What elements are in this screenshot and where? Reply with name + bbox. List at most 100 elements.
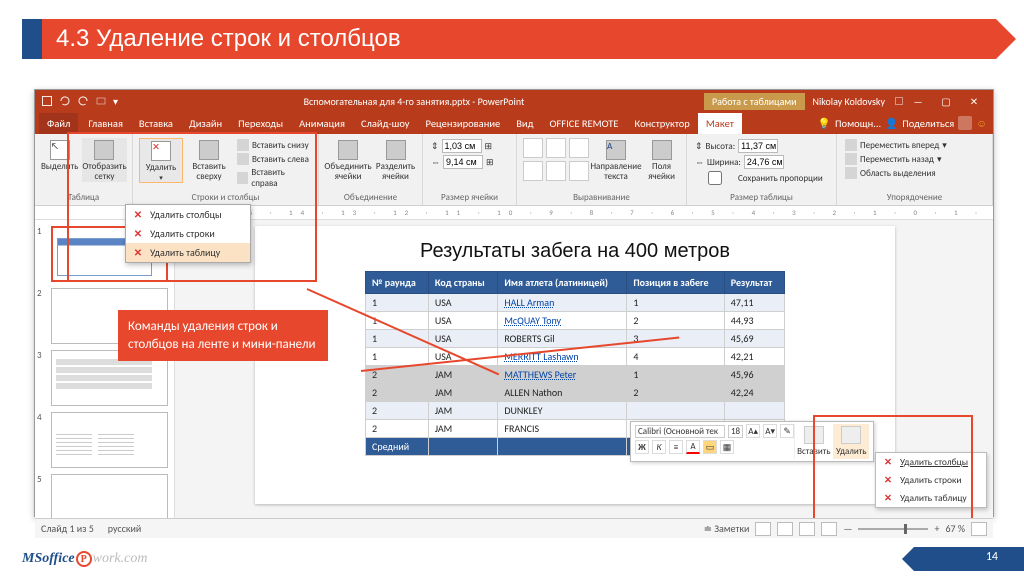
slide-canvas[interactable]: Результаты забега на 400 метров № раунда… — [175, 220, 993, 518]
th-result[interactable]: Результат — [724, 272, 784, 294]
table-width-input[interactable]: ⇔ Ширина: — [693, 154, 825, 170]
minimize-button[interactable]: — — [905, 93, 931, 109]
format-painter-icon[interactable]: ✎ — [780, 424, 794, 438]
tab-review[interactable]: Рецензирование — [418, 113, 509, 134]
tab-transitions[interactable]: Переходы — [230, 113, 291, 134]
select-button[interactable]: ↖Выделить — [41, 138, 78, 172]
table-row: 1USAROBERTS Gil345,69 — [366, 330, 785, 348]
split-cells-button[interactable]: Разделить ячейки — [375, 138, 416, 182]
normal-view-icon[interactable] — [755, 522, 771, 536]
powerpoint-window: ▾ Вспомогательная для 4-го занятия.pptx … — [34, 89, 994, 517]
align-top-icon[interactable] — [523, 161, 543, 181]
th-position[interactable]: Позиция в забеге — [627, 272, 724, 294]
tab-officeremote[interactable]: OFFICE REMOTE — [541, 113, 626, 134]
ctx-delete-rows[interactable]: ✕Удалить строки — [876, 471, 986, 489]
bold-icon[interactable]: Ж — [635, 440, 649, 454]
delete-button[interactable]: ✕Удалить▾ — [139, 138, 183, 183]
delete-rows-item[interactable]: ✕Удалить строки — [126, 224, 250, 243]
align-bottom-icon[interactable] — [569, 161, 589, 181]
align-icon[interactable]: ≡ — [669, 440, 683, 454]
table-height-input[interactable]: ⇕ Высота: — [693, 138, 825, 154]
start-icon[interactable] — [95, 95, 107, 107]
selection-pane-button[interactable]: Область выделения — [843, 166, 949, 180]
send-backward-button[interactable]: Переместить назад ▾ — [843, 152, 949, 166]
th-country[interactable]: Код страны — [428, 272, 498, 294]
insert-left-button[interactable]: Вставить слева — [235, 152, 312, 166]
insert-below-button[interactable]: Вставить снизу — [235, 138, 312, 152]
cell-margins-button[interactable]: Поля ячейки — [643, 138, 680, 182]
decrease-font-icon[interactable]: A▾ — [763, 424, 777, 438]
ribbon-tabs: Файл Главная Вставка Дизайн Переходы Ани… — [35, 112, 993, 134]
ribbon-options-icon[interactable] — [893, 95, 905, 107]
group-label-tablesize: Размер таблицы — [693, 190, 830, 205]
slide-content: Результаты забега на 400 метров № раунда… — [255, 226, 895, 504]
sorter-view-icon[interactable] — [777, 522, 793, 536]
italic-icon[interactable]: К — [652, 440, 666, 454]
group-label-table: Таблица — [41, 190, 126, 205]
th-athlete[interactable]: Имя атлета (латиницей) — [498, 272, 627, 294]
tab-animation[interactable]: Анимация — [291, 113, 353, 134]
tab-design[interactable]: Дизайн — [181, 113, 230, 134]
align-left-icon[interactable] — [523, 138, 543, 158]
ctx-delete-columns[interactable]: ✕Удалить столбцы — [876, 453, 986, 471]
mini-font-name[interactable]: Calibri (Основной тек — [635, 425, 725, 438]
emoji-icon[interactable]: ☺ — [976, 117, 987, 130]
text-direction-button[interactable]: AНаправление текста — [593, 138, 639, 182]
insert-above-button[interactable]: Вставить сверху — [187, 138, 231, 182]
thumbnail-4[interactable]: 4 — [37, 412, 168, 468]
tab-file[interactable]: Файл — [39, 113, 78, 134]
qat-dropdown-icon[interactable]: ▾ — [113, 95, 118, 108]
statusbar: Слайд 1 из 5 русский ≐ Заметки — + 67 % — [35, 518, 993, 538]
lock-aspect-checkbox[interactable]: Сохранить пропорции — [693, 170, 825, 186]
mini-insert-button[interactable]: Вставить — [794, 424, 832, 459]
undo-icon[interactable] — [59, 95, 71, 107]
delete-table-item[interactable]: ✕Удалить таблицу — [126, 243, 250, 262]
share-button[interactable]: Поделиться — [902, 117, 954, 130]
help-button[interactable]: Помощн... — [835, 117, 881, 130]
zoom-level[interactable]: 67 % — [945, 522, 965, 535]
fit-to-window-icon[interactable] — [971, 522, 987, 536]
view-gridlines-button[interactable]: Отобразить сетку — [82, 138, 126, 182]
notes-button[interactable]: ≐ Заметки — [704, 522, 750, 535]
tell-me-icon[interactable]: 💡 — [818, 117, 831, 130]
zoom-slider[interactable] — [858, 528, 928, 530]
tab-slideshow[interactable]: Слайд-шоу — [353, 113, 418, 134]
fill-color-icon[interactable]: ▭ — [703, 440, 717, 454]
ctx-delete-table[interactable]: ✕Удалить таблицу — [876, 489, 986, 507]
bring-forward-button[interactable]: Переместить вперед ▾ — [843, 138, 949, 152]
slide-content-title[interactable]: Результаты забега на 400 метров — [255, 226, 895, 271]
thumbnail-5[interactable]: 5 — [37, 474, 168, 518]
increase-font-icon[interactable]: A▴ — [746, 424, 760, 438]
comments-icon[interactable] — [958, 116, 972, 130]
group-label-rowscols: Строки и столбцы — [139, 190, 312, 205]
cell-height-input[interactable]: ⇕ ⊞ — [429, 138, 496, 154]
align-center-icon[interactable] — [546, 138, 566, 158]
close-button[interactable]: ✕ — [961, 93, 987, 109]
zoom-plus[interactable]: + — [934, 522, 939, 535]
username[interactable]: Nikolay Koldovsky — [805, 93, 893, 110]
table-row-selected: 2JAMMATTHEWS Peter145,96 — [366, 366, 785, 384]
save-icon[interactable] — [41, 95, 53, 107]
language-status[interactable]: русский — [108, 522, 142, 535]
th-round[interactable]: № раунда — [366, 272, 429, 294]
reading-view-icon[interactable] — [799, 522, 815, 536]
maximize-button[interactable]: ▢ — [933, 93, 959, 109]
insert-right-button[interactable]: Вставить справа — [235, 166, 312, 190]
tab-insert[interactable]: Вставка — [131, 113, 181, 134]
share-icon[interactable]: 👤 — [885, 117, 898, 130]
font-color-icon[interactable]: A — [686, 440, 700, 454]
border-icon[interactable]: ▦ — [720, 440, 734, 454]
tab-layout[interactable]: Макет — [698, 113, 742, 134]
cell-width-input[interactable]: ⇔ ⊞ — [429, 154, 496, 170]
align-right-icon[interactable] — [569, 138, 589, 158]
slideshow-view-icon[interactable] — [821, 522, 837, 536]
tab-view[interactable]: Вид — [508, 113, 541, 134]
tab-constructor[interactable]: Конструктор — [627, 113, 698, 134]
mini-font-size[interactable]: 18 — [728, 425, 743, 438]
delete-columns-item[interactable]: ✕Удалить столбцы — [126, 205, 250, 224]
align-middle-icon[interactable] — [546, 161, 566, 181]
merge-cells-button[interactable]: Объединить ячейки — [325, 138, 371, 182]
mini-delete-button[interactable]: Удалить — [833, 424, 869, 459]
redo-icon[interactable] — [77, 95, 89, 107]
tab-home[interactable]: Главная — [80, 113, 131, 134]
